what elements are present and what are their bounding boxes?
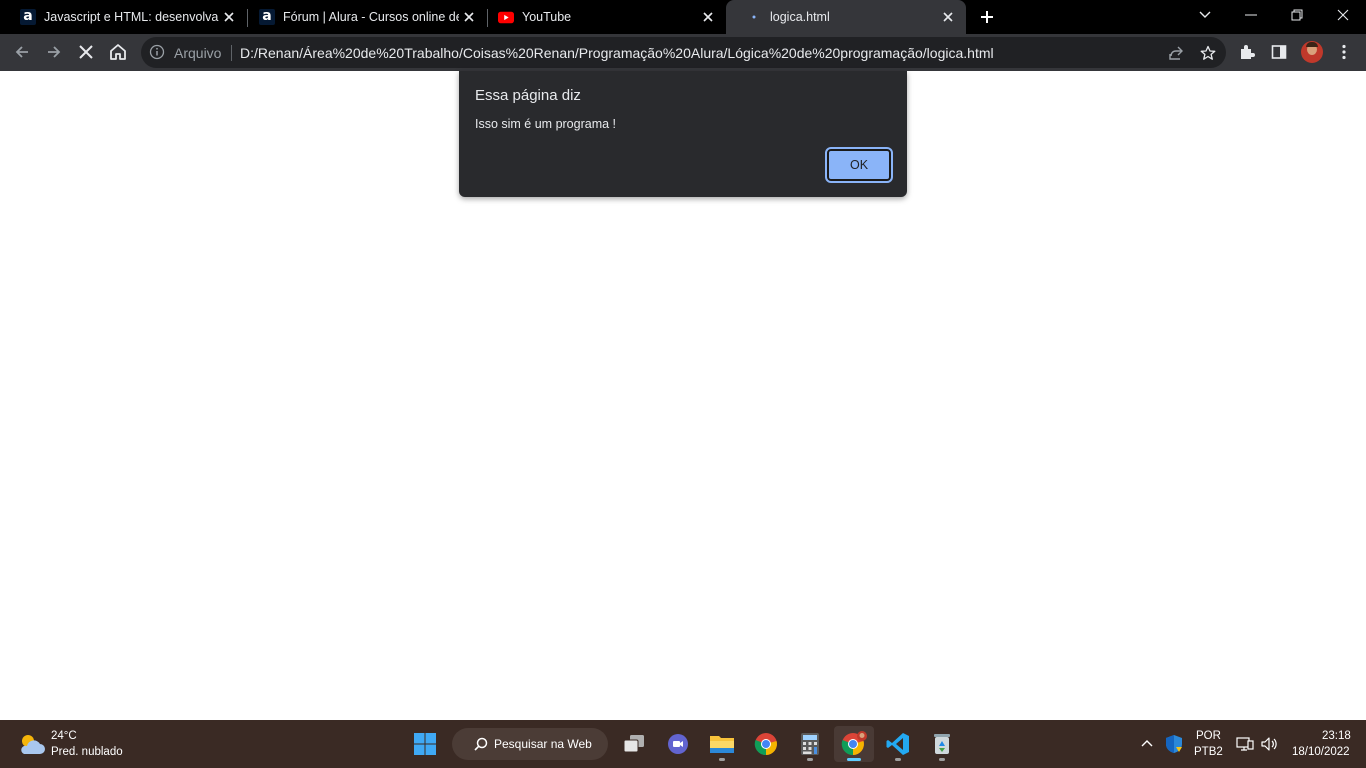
home-icon [110, 44, 126, 60]
network-icon[interactable] [1236, 735, 1254, 753]
address-bar[interactable]: Arquivo D:/Renan/Área%20de%20Trabalho/Co… [141, 37, 1226, 68]
forward-arrow-icon [48, 46, 61, 58]
windows-taskbar: 24°C Pred. nublado Pesquisar na Web POR … [0, 720, 1366, 768]
active-indicator [847, 758, 861, 761]
tab-search-button[interactable] [1182, 0, 1228, 30]
chevron-down-icon [1199, 11, 1211, 18]
profile-avatar[interactable] [1301, 41, 1323, 63]
chrome-profile-button[interactable] [834, 726, 874, 762]
dialog-title: Essa página diz [475, 87, 581, 104]
dialog-message: Isso sim é um programa ! [475, 117, 617, 131]
file-scheme-label: Arquivo [174, 45, 222, 61]
chrome-icon [754, 733, 777, 756]
weather-temperature[interactable]: 24°C [51, 730, 77, 742]
browser-menu-button[interactable] [1330, 38, 1358, 66]
running-indicator [807, 758, 813, 761]
alert-dialog: Essa página diz Isso sim é um programa !… [459, 71, 907, 197]
web-search-box[interactable]: Pesquisar na Web [452, 728, 608, 760]
side-panel-button[interactable] [1265, 38, 1293, 66]
task-view-icon [623, 735, 644, 753]
tab-forum-alura[interactable]: a Fórum | Alura - Cursos online de [239, 0, 487, 34]
home-button[interactable] [104, 38, 132, 66]
clock-time[interactable]: 23:18 [1322, 730, 1351, 742]
stop-loading-button[interactable] [72, 38, 100, 66]
bookmark-star-icon[interactable] [1198, 43, 1218, 63]
chrome-profile-icon [841, 731, 867, 756]
tab-javascript-html[interactable]: a Javascript e HTML: desenvolva um [0, 0, 247, 34]
close-window-button[interactable] [1320, 0, 1366, 30]
chrome-pinned-button[interactable] [746, 726, 786, 762]
close-icon[interactable] [459, 7, 479, 27]
shield-icon[interactable] [1164, 734, 1184, 754]
restore-button[interactable] [1274, 0, 1320, 30]
url-text[interactable]: D:/Renan/Área%20de%20Trabalho/Coisas%20R… [240, 45, 994, 61]
task-view-button[interactable] [614, 726, 654, 762]
side-panel-icon [1271, 45, 1287, 59]
ok-button[interactable]: OK [825, 147, 893, 183]
keyboard-layout-indicator[interactable]: PTB2 [1194, 746, 1223, 758]
minimize-icon [1245, 14, 1257, 16]
new-tab-button[interactable] [975, 5, 999, 29]
plus-icon [981, 11, 993, 23]
tab-title: logica.html [770, 10, 830, 24]
vscode-icon [886, 733, 909, 755]
extensions-button[interactable] [1233, 38, 1261, 66]
tab-title: Fórum | Alura - Cursos online de [283, 10, 459, 24]
vscode-button[interactable] [878, 726, 918, 762]
back-button[interactable] [8, 38, 36, 66]
forward-button[interactable] [40, 38, 68, 66]
running-indicator [895, 758, 901, 761]
chevron-up-icon[interactable] [1140, 736, 1156, 752]
tab-title: Javascript e HTML: desenvolva um [44, 10, 219, 24]
close-icon [1337, 9, 1349, 21]
language-indicator[interactable]: POR [1196, 730, 1221, 742]
weather-condition[interactable]: Pred. nublado [51, 746, 123, 758]
loading-icon [746, 9, 762, 25]
recycle-app-button[interactable] [922, 726, 962, 762]
restore-icon [1291, 9, 1303, 21]
browser-toolbar: Arquivo D:/Renan/Área%20de%20Trabalho/Co… [0, 34, 1366, 71]
volume-icon[interactable] [1260, 735, 1278, 753]
folder-icon [710, 736, 734, 753]
tab-title: YouTube [522, 10, 572, 24]
alura-icon: a [259, 9, 275, 25]
calculator-icon [801, 733, 819, 755]
start-button[interactable] [405, 726, 445, 762]
search-icon [474, 737, 488, 751]
calculator-button[interactable] [790, 726, 830, 762]
close-icon[interactable] [219, 7, 239, 27]
teams-chat-button[interactable] [658, 726, 698, 762]
info-icon[interactable] [149, 44, 165, 60]
tab-logica-html[interactable]: logica.html [726, 0, 966, 34]
share-icon[interactable] [1166, 43, 1186, 63]
avatar-hair [1306, 42, 1318, 47]
running-indicator [939, 758, 945, 761]
tab-strip: a Javascript e HTML: desenvolva um a Fór… [0, 0, 1366, 34]
clock-date[interactable]: 18/10/2022 [1292, 746, 1350, 758]
minimize-button[interactable] [1228, 0, 1274, 30]
kebab-menu-icon [1342, 44, 1346, 60]
running-indicator [719, 758, 725, 761]
puzzle-icon [1241, 45, 1255, 59]
recycle-bin-icon [934, 734, 950, 754]
back-arrow-icon [15, 46, 28, 58]
search-placeholder: Pesquisar na Web [494, 737, 592, 751]
close-icon[interactable] [938, 7, 958, 27]
windows-logo-icon [414, 733, 436, 755]
stop-icon [79, 45, 93, 59]
file-explorer-button[interactable] [702, 726, 742, 762]
close-icon[interactable] [698, 7, 718, 27]
partly-cloudy-icon[interactable] [18, 732, 46, 756]
alura-icon: a [20, 9, 36, 25]
chat-icon [668, 734, 688, 754]
tab-youtube[interactable]: YouTube [478, 0, 726, 34]
address-divider [231, 45, 232, 61]
youtube-icon [498, 9, 514, 25]
